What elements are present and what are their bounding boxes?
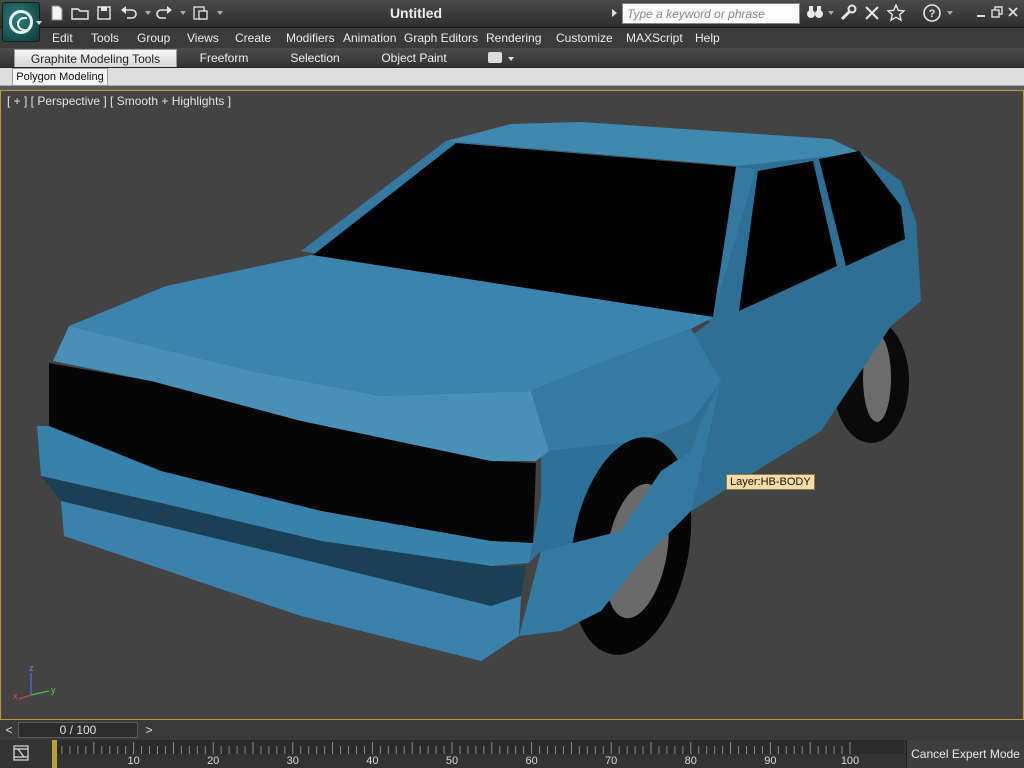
minimize-icon[interactable]	[974, 6, 988, 20]
viewport-label[interactable]: [ + ] [ Perspective ] [ Smooth + Highlig…	[7, 94, 231, 108]
ribbon-tabs: Graphite Modeling Tools Freeform Selecti…	[0, 48, 1024, 68]
redo-icon[interactable]	[155, 5, 173, 23]
menu-rendering[interactable]: Rendering	[486, 30, 541, 46]
ruler-tick-label: 100	[841, 755, 859, 767]
ruler-track[interactable]	[52, 740, 904, 754]
menu-modifiers[interactable]: Modifiers	[286, 30, 335, 46]
next-frame-icon[interactable]: >	[142, 723, 156, 737]
new-file-icon[interactable]	[48, 5, 66, 23]
menu-create[interactable]: Create	[235, 30, 271, 46]
tab-graphite-modeling-tools[interactable]: Graphite Modeling Tools	[14, 49, 177, 67]
time-slider[interactable]: 0 / 100	[18, 722, 138, 738]
y-axis-label: y	[51, 685, 56, 695]
current-frame-marker[interactable]	[52, 740, 57, 768]
menu-edit[interactable]: Edit	[52, 30, 73, 46]
binoculars-icon[interactable]	[805, 4, 825, 24]
comm-center-icon[interactable]	[862, 4, 882, 24]
cancel-expert-mode-button[interactable]: Cancel Expert Mode	[906, 740, 1024, 768]
application-button[interactable]	[2, 2, 42, 42]
layer-tooltip: Layer:HB-BODY	[726, 474, 815, 490]
menu-bar: Edit Tools Group Views Create Modifiers …	[0, 28, 1024, 48]
open-folder-icon[interactable]	[71, 5, 89, 23]
save-icon[interactable]	[95, 5, 113, 23]
menu-graph-editors[interactable]: Graph Editors	[404, 30, 478, 46]
prev-frame-icon[interactable]: <	[2, 723, 16, 737]
tab-selection[interactable]: Selection	[280, 49, 350, 67]
ruler-tick-label: 70	[605, 755, 617, 767]
app-logo-icon	[9, 10, 33, 34]
app-menu-dropdown-icon	[36, 21, 42, 25]
x-axis-label: x	[13, 691, 18, 701]
panel-polygon-modeling[interactable]: Polygon Modeling	[12, 68, 108, 86]
search-input[interactable]	[622, 3, 800, 24]
track-bar: 10 20 30 40 50 60 70 80 90 100 Cancel Expert Mode	[0, 740, 1024, 768]
ruler-tick-label: 50	[446, 755, 458, 767]
menu-animation[interactable]: Animation	[343, 30, 396, 46]
quick-access-dropdown-icon[interactable]	[217, 11, 223, 15]
restore-icon[interactable]	[990, 6, 1004, 20]
ruler-tick-label: 40	[366, 755, 378, 767]
star-icon[interactable]	[886, 3, 906, 24]
ribbon-minimize-icon[interactable]	[488, 52, 502, 63]
menu-maxscript[interactable]: MAXScript	[626, 30, 683, 46]
ruler-tick-label: 30	[287, 755, 299, 767]
close-icon[interactable]	[1006, 6, 1020, 20]
time-slider-bar: < 0 / 100 >	[0, 720, 1024, 740]
menu-customize[interactable]: Customize	[556, 30, 613, 46]
ribbon-options-dropdown-icon[interactable]	[508, 57, 514, 61]
menu-group[interactable]: Group	[137, 30, 170, 46]
curve-editor-icon[interactable]	[6, 744, 36, 764]
perspective-viewport[interactable]: [ + ] [ Perspective ] [ Smooth + Highlig…	[0, 90, 1024, 720]
ruler-tick-label: 20	[207, 755, 219, 767]
help-dropdown-icon[interactable]	[947, 11, 953, 15]
wrench-icon[interactable]	[838, 4, 858, 24]
ruler-tick-label: 80	[685, 755, 697, 767]
help-icon[interactable]: ?	[922, 4, 942, 24]
svg-text:?: ?	[929, 8, 936, 20]
ruler-tick-label: 90	[764, 755, 776, 767]
window-title: Untitled	[389, 5, 443, 21]
project-folder-icon[interactable]	[192, 5, 210, 23]
menu-help[interactable]: Help	[695, 30, 720, 46]
search-tools-dropdown-icon[interactable]	[828, 11, 834, 15]
axis-gizmo: z y x	[13, 663, 56, 701]
tab-freeform[interactable]: Freeform	[186, 49, 262, 67]
ruler-tick-label: 60	[525, 755, 537, 767]
search-expand-icon[interactable]	[612, 9, 617, 17]
timeline-ruler[interactable]: 10 20 30 40 50 60 70 80 90 100	[52, 740, 904, 768]
ruler-tick-label: 10	[127, 755, 139, 767]
z-axis-label: z	[29, 663, 34, 673]
menu-views[interactable]: Views	[187, 30, 219, 46]
car-model[interactable]	[1, 91, 1024, 720]
app-window: Untitled ?	[0, 0, 1024, 768]
undo-dropdown-icon[interactable]	[145, 11, 151, 15]
title-bar: Untitled ?	[0, 0, 1024, 28]
tab-object-paint[interactable]: Object Paint	[372, 49, 456, 67]
redo-dropdown-icon[interactable]	[180, 11, 186, 15]
menu-tools[interactable]: Tools	[91, 30, 119, 46]
undo-icon[interactable]	[120, 5, 138, 23]
ribbon-panel-bar: Polygon Modeling	[0, 68, 1024, 86]
